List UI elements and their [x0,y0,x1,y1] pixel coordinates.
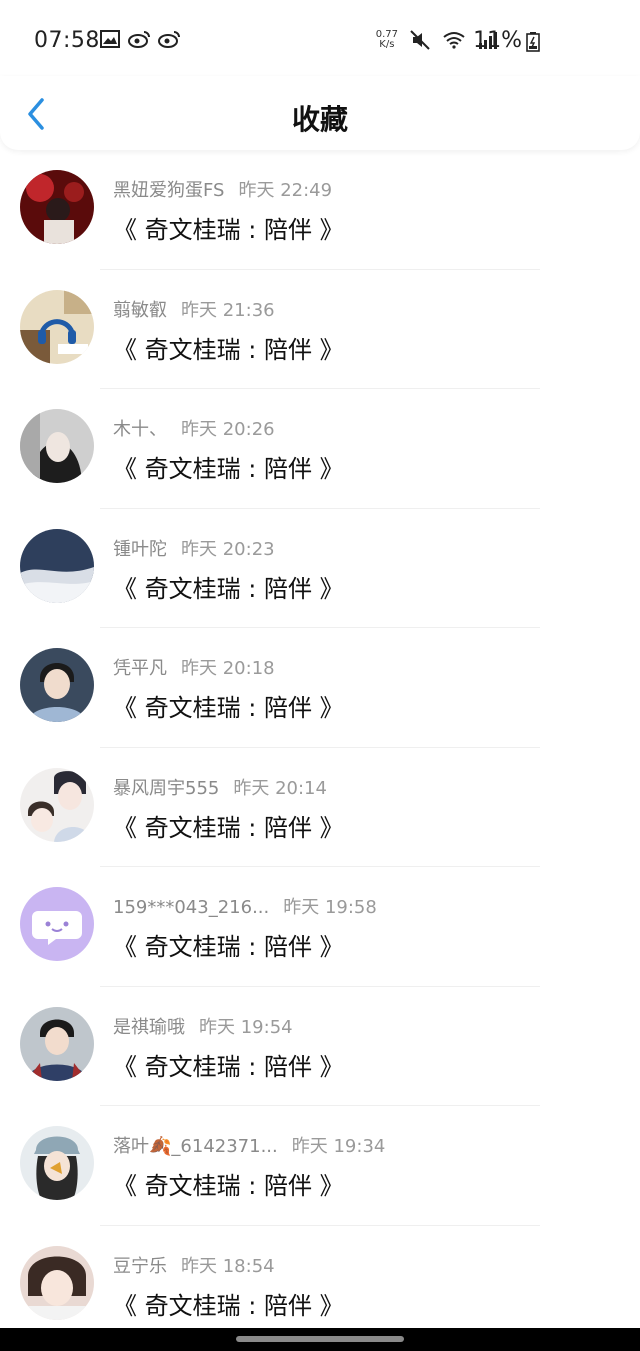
username[interactable]: 木十、 [113,419,167,440]
favorites-list: 黑妞爱狗蛋FS 昨天 22:49 《 奇文桂瑞 : 陪伴 》 翦敏叡 昨天 21:3… [0,150,640,1345]
username[interactable]: 豆宁乐 [113,1256,167,1277]
timestamp: 昨天 20:14 [233,777,327,799]
net-speed-unit: K/s [379,39,395,50]
net-speed: 0.77 K/s [376,30,398,50]
username[interactable]: 落叶🍂_6142371... [113,1136,278,1157]
avatar[interactable] [20,409,94,483]
item-title[interactable]: 《 奇文桂瑞 : 陪伴 》 [113,927,344,962]
item-meta: 159***043_216... 昨天 19:58 [113,893,377,919]
timestamp: 昨天 20:18 [181,658,275,679]
timestamp: 昨天 22:49 [238,180,333,201]
home-indicator[interactable] [236,1336,404,1342]
item-title[interactable]: 《 奇文桂瑞 : 陪伴 》 [113,688,344,723]
username[interactable]: 翦敏叡 [113,300,167,321]
item-meta: 翦敏叡 昨天 21:36 [113,296,275,322]
item-meta: 落叶🍂_6142371... 昨天 19:34 [113,1132,385,1158]
item-meta: 是祺瑜哦 昨天 19:54 [113,1013,293,1039]
list-item[interactable]: 凭平凡 昨天 20:18 《 奇文桂瑞 : 陪伴 》 [0,628,640,748]
list-item[interactable]: 翦敏叡 昨天 21:36 《 奇文桂瑞 : 陪伴 》 [0,270,640,389]
list-item[interactable]: 锺叶陀 昨天 20:23 《 奇文桂瑞 : 陪伴 》 [0,509,640,628]
avatar[interactable] [20,1006,94,1081]
avatar[interactable] [20,767,94,842]
list-item[interactable]: 黑妞爱狗蛋FS 昨天 22:49 《 奇文桂瑞 : 陪伴 》 [0,150,640,270]
wifi-icon [443,32,465,49]
header: 收藏 [0,76,640,150]
item-meta: 黑妞爱狗蛋FS 昨天 22:49 [113,176,332,202]
page-title: 收藏 [291,103,348,136]
timestamp: 昨天 19:34 [291,1136,386,1157]
list-item[interactable]: 是祺瑜哦 昨天 19:54 《 奇文桂瑞 : 陪伴 》 [0,987,640,1106]
username[interactable]: 凭平凡 [113,658,167,679]
battery-level: 11% [473,28,522,53]
timestamp: 昨天 20:23 [181,538,275,560]
item-meta: 锺叶陀 昨天 20:23 [113,535,275,561]
item-meta: 木十、 昨天 20:26 [113,415,275,441]
item-title[interactable]: 《 奇文桂瑞 : 陪伴 》 [113,210,344,245]
weibo-icon [158,31,180,48]
avatar[interactable] [20,1245,94,1320]
item-meta: 凭平凡 昨天 20:18 [113,654,275,680]
item-title[interactable]: 《 奇文桂瑞 : 陪伴 》 [113,330,344,365]
username[interactable]: 黑妞爱狗蛋FS [113,180,224,201]
item-meta: 豆宁乐 昨天 18:54 [113,1252,275,1278]
item-title[interactable]: 《 奇文桂瑞 : 陪伴 》 [113,1286,344,1321]
item-title[interactable]: 《 奇文桂瑞 : 陪伴 》 [113,1166,344,1201]
timestamp: 昨天 19:58 [283,897,377,918]
timestamp: 昨天 19:54 [199,1016,293,1038]
battery-icon [526,32,540,52]
avatar[interactable] [20,528,94,603]
gallery-icon [100,30,120,48]
status-bar: 07:58 0.77 K/s 11% [0,0,640,84]
username[interactable]: 暴风周宇555 [113,778,219,799]
avatar[interactable] [20,648,94,722]
avatar[interactable] [20,289,94,364]
item-title[interactable]: 《 奇文桂瑞 : 陪伴 》 [113,569,344,604]
list-item[interactable]: 暴风周宇555 昨天 20:14 《 奇文桂瑞 : 陪伴 》 [0,748,640,867]
item-title[interactable]: 《 奇文桂瑞 : 陪伴 》 [113,1047,344,1082]
avatar[interactable] [20,887,94,961]
timestamp: 昨天 21:36 [181,299,275,321]
avatar[interactable] [20,1126,94,1200]
status-notification-icons [100,30,180,48]
list-item[interactable]: 落叶🍂_6142371... 昨天 19:34 《 奇文桂瑞 : 陪伴 》 [0,1106,640,1226]
item-title[interactable]: 《 奇文桂瑞 : 陪伴 》 [113,449,344,484]
weibo-icon [128,31,150,48]
status-time: 07:58 [34,28,100,53]
timestamp: 昨天 18:54 [181,1255,275,1277]
list-item[interactable]: 159***043_216... 昨天 19:58 《 奇文桂瑞 : 陪伴 》 [0,867,640,987]
username[interactable]: 159***043_216... [113,897,269,918]
item-title[interactable]: 《 奇文桂瑞 : 陪伴 》 [113,808,344,843]
navigation-bar [0,1328,640,1351]
username[interactable]: 锺叶陀 [113,539,167,560]
item-meta: 暴风周宇555 昨天 20:14 [113,774,327,800]
username[interactable]: 是祺瑜哦 [113,1017,185,1038]
list-item[interactable]: 木十、 昨天 20:26 《 奇文桂瑞 : 陪伴 》 [0,389,640,509]
avatar[interactable] [20,170,94,244]
mute-icon [410,30,430,50]
timestamp: 昨天 20:26 [181,419,275,440]
